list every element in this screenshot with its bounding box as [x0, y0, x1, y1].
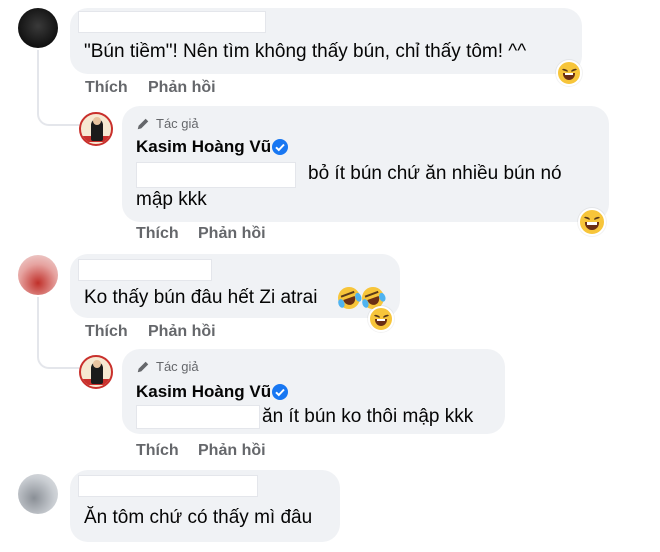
redacted-commenter-name [78, 11, 266, 33]
like-button[interactable]: Thích [85, 323, 128, 341]
like-button[interactable]: Thích [136, 442, 179, 460]
commenter-avatar[interactable] [18, 8, 58, 48]
laughing-face-emoji[interactable] [578, 208, 606, 236]
laughing-face-emoji[interactable] [556, 60, 582, 86]
reply-bubble: Tác giả Kasim Hoàng Vũ bỏ ít bún chứ ăn … [122, 106, 609, 222]
author-name[interactable]: Kasim Hoàng Vũ [136, 382, 271, 402]
comment-bubble: Ăn tôm chứ có thấy mì đâu [70, 470, 340, 542]
author-badge: Tác giả [156, 359, 199, 374]
redacted-mention [136, 162, 296, 188]
comment-bubble: Ko thấy bún đâu hết Zi atrai [70, 254, 400, 318]
verified-badge-icon [272, 384, 288, 400]
like-button[interactable]: Thích [136, 225, 179, 243]
reply-bubble: Tác giả Kasim Hoàng Vũ ăn ít bún ko thôi… [122, 349, 505, 434]
commenter-avatar[interactable] [18, 474, 58, 514]
rolling-on-floor-laughing-emoji [334, 283, 364, 313]
thread-connector [37, 297, 79, 369]
verified-badge-icon [272, 139, 288, 155]
comment-text: "Bún tiềm"! Nên tìm không thấy bún, chỉ … [84, 41, 527, 62]
reply-text-line1: bỏ ít bún chứ ăn nhiều bún nó [308, 163, 562, 184]
comment-text: Ko thấy bún đâu hết Zi atrai [84, 287, 318, 308]
reply-button[interactable]: Phản hồi [198, 225, 266, 243]
redacted-mention [136, 405, 260, 429]
reply-button[interactable]: Phản hồi [198, 442, 266, 460]
reply-text-line1: ăn ít bún ko thôi mập kkk [262, 406, 474, 427]
comment-text: Ăn tôm chứ có thấy mì đâu [84, 507, 313, 528]
like-button[interactable]: Thích [85, 79, 128, 97]
reply-text-line2: mập kkk [136, 189, 207, 210]
redacted-commenter-name [78, 259, 212, 281]
commenter-avatar[interactable] [18, 255, 58, 295]
reply-button[interactable]: Phản hồi [148, 79, 216, 97]
comment-bubble: "Bún tiềm"! Nên tìm không thấy bún, chỉ … [70, 8, 582, 74]
author-name[interactable]: Kasim Hoàng Vũ [136, 137, 271, 157]
author-avatar[interactable] [79, 112, 113, 146]
thread-connector [37, 50, 79, 126]
laughing-face-emoji[interactable] [368, 306, 394, 332]
author-avatar[interactable] [79, 355, 113, 389]
reply-button[interactable]: Phản hồi [148, 323, 216, 341]
author-badge: Tác giả [156, 116, 199, 131]
redacted-commenter-name [78, 475, 258, 497]
pencil-icon [137, 361, 149, 373]
pencil-icon [137, 118, 149, 130]
